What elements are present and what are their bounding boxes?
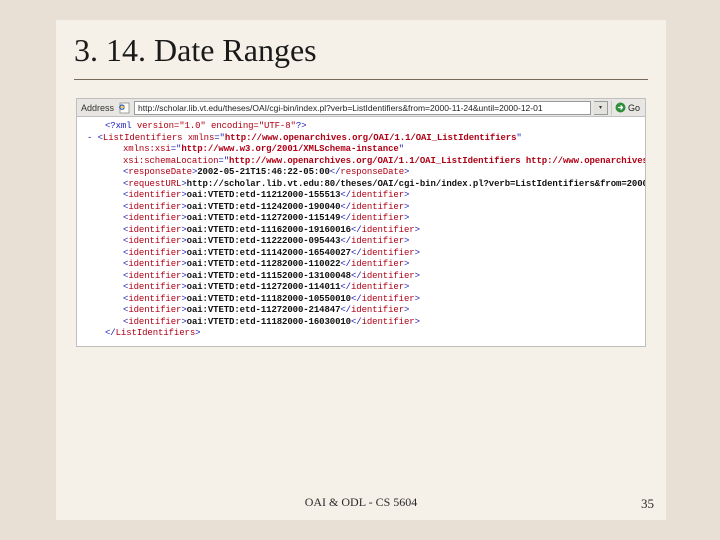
title-divider bbox=[74, 79, 648, 80]
id-open: identifier bbox=[128, 282, 181, 292]
id-close: identifier bbox=[351, 202, 404, 212]
id-open: identifier bbox=[128, 259, 181, 269]
root-tag: ListIdentifiers bbox=[103, 133, 183, 143]
slide-number: 35 bbox=[641, 496, 654, 512]
id-val: oai:VTETD:etd-11272000-115149 bbox=[187, 213, 341, 223]
footer-caption: OAI & ODL - CS 5604 bbox=[56, 495, 666, 510]
page-title: 3. 14. Date Ranges bbox=[74, 32, 648, 69]
id-val: oai:VTETD:etd-11152000-13100048 bbox=[187, 271, 351, 281]
browser-window: Address http://scholar.lib.vt.edu/theses… bbox=[76, 98, 646, 347]
id-val: oai:VTETD:etd-11272000-114011 bbox=[187, 282, 341, 292]
id-open: identifier bbox=[128, 236, 181, 246]
id-val: oai:VTETD:etd-11162000-19160016 bbox=[187, 225, 351, 235]
xml-decl-open: <?xml bbox=[105, 121, 137, 131]
id-val: oai:VTETD:etd-11182000-16030010 bbox=[187, 317, 351, 327]
id-open: identifier bbox=[128, 248, 181, 258]
identifier-row: <identifier>oai:VTETD:etd-11282000-11002… bbox=[87, 259, 639, 271]
id-close: identifier bbox=[351, 213, 404, 223]
id-val: oai:VTETD:etd-11142000-16540027 bbox=[187, 248, 351, 258]
id-open: identifier bbox=[128, 271, 181, 281]
id-val: oai:VTETD:etd-11182000-10550010 bbox=[187, 294, 351, 304]
id-open: identifier bbox=[128, 294, 181, 304]
attr-xmlns-val: http://www.openarchives.org/OAI/1.1/OAI_… bbox=[225, 133, 517, 143]
id-close: identifier bbox=[362, 225, 415, 235]
root-close: ListIdentifiers bbox=[116, 328, 196, 338]
id-val: oai:VTETD:etd-11282000-110022 bbox=[187, 259, 341, 269]
identifier-row: <identifier>oai:VTETD:etd-11272000-21484… bbox=[87, 305, 639, 317]
attr-schemaloc-name: xsi:schemaLocation bbox=[123, 156, 218, 166]
xml-decl-close: ?> bbox=[296, 121, 307, 131]
identifier-row: <identifier>oai:VTETD:etd-11242000-19004… bbox=[87, 202, 639, 214]
id-open: identifier bbox=[128, 305, 181, 315]
xml-decl-attrs: version="1.0" encoding="UTF-8" bbox=[137, 121, 296, 131]
identifier-row: <identifier>oai:VTETD:etd-11142000-16540… bbox=[87, 248, 639, 260]
responseDate-val: 2002-05-21T15:46:22-05:00 bbox=[197, 167, 330, 177]
id-val: oai:VTETD:etd-11242000-190040 bbox=[187, 202, 341, 212]
go-label: Go bbox=[628, 101, 640, 115]
id-open: identifier bbox=[128, 225, 181, 235]
id-close: identifier bbox=[351, 190, 404, 200]
id-open: identifier bbox=[128, 202, 181, 212]
attr-xmlns-name: xmlns bbox=[188, 133, 215, 143]
slide: 3. 14. Date Ranges Address http://schola… bbox=[56, 20, 666, 520]
identifier-row: <identifier>oai:VTETD:etd-11272000-11514… bbox=[87, 213, 639, 225]
identifier-row: <identifier>oai:VTETD:etd-11212000-15551… bbox=[87, 190, 639, 202]
id-close: identifier bbox=[351, 305, 404, 315]
attr-xsi-val: http://www.w3.org/2001/XMLSchema-instanc… bbox=[181, 144, 398, 154]
requestURL-val: http://scholar.lib.vt.edu:80/theses/OAI/… bbox=[187, 179, 645, 189]
id-close: identifier bbox=[351, 236, 404, 246]
address-bar: Address http://scholar.lib.vt.edu/theses… bbox=[77, 99, 645, 117]
id-close: identifier bbox=[351, 282, 404, 292]
id-open: identifier bbox=[128, 213, 181, 223]
id-close: identifier bbox=[362, 248, 415, 258]
go-arrow-icon bbox=[615, 102, 626, 113]
title-block: 3. 14. Date Ranges bbox=[56, 20, 666, 73]
go-button[interactable]: Go bbox=[611, 101, 643, 115]
responseDate-close: responseDate bbox=[340, 167, 404, 177]
address-label: Address bbox=[79, 103, 116, 113]
id-val: oai:VTETD:etd-11222000-095443 bbox=[187, 236, 341, 246]
requestURL-open: requestURL bbox=[128, 179, 181, 189]
address-dropdown-button[interactable]: ▾ bbox=[594, 101, 608, 115]
id-open: identifier bbox=[128, 317, 181, 327]
id-close: identifier bbox=[362, 317, 415, 327]
responseDate-open: responseDate bbox=[128, 167, 192, 177]
identifier-row: <identifier>oai:VTETD:etd-11182000-16030… bbox=[87, 317, 639, 329]
id-close: identifier bbox=[362, 294, 415, 304]
address-input[interactable]: http://scholar.lib.vt.edu/theses/OAI/cgi… bbox=[134, 101, 591, 115]
identifier-row: <identifier>oai:VTETD:etd-11152000-13100… bbox=[87, 271, 639, 283]
ie-page-icon bbox=[119, 102, 131, 114]
id-close: identifier bbox=[351, 259, 404, 269]
identifier-row: <identifier>oai:VTETD:etd-11272000-11401… bbox=[87, 282, 639, 294]
attr-xsi-name: xmlns:xsi bbox=[123, 144, 171, 154]
identifier-row: <identifier>oai:VTETD:etd-11162000-19160… bbox=[87, 225, 639, 237]
identifier-row: <identifier>oai:VTETD:etd-11182000-10550… bbox=[87, 294, 639, 306]
attr-schemaloc-val: http://www.openarchives.org/OAI/1.1/OAI_… bbox=[229, 156, 645, 166]
identifier-row: <identifier>oai:VTETD:etd-11222000-09544… bbox=[87, 236, 639, 248]
id-val: oai:VTETD:etd-11212000-155513 bbox=[187, 190, 341, 200]
xml-response-body: <?xml version="1.0" encoding="UTF-8"?> -… bbox=[77, 117, 645, 346]
id-close: identifier bbox=[362, 271, 415, 281]
id-val: oai:VTETD:etd-11272000-214847 bbox=[187, 305, 341, 315]
id-open: identifier bbox=[128, 190, 181, 200]
